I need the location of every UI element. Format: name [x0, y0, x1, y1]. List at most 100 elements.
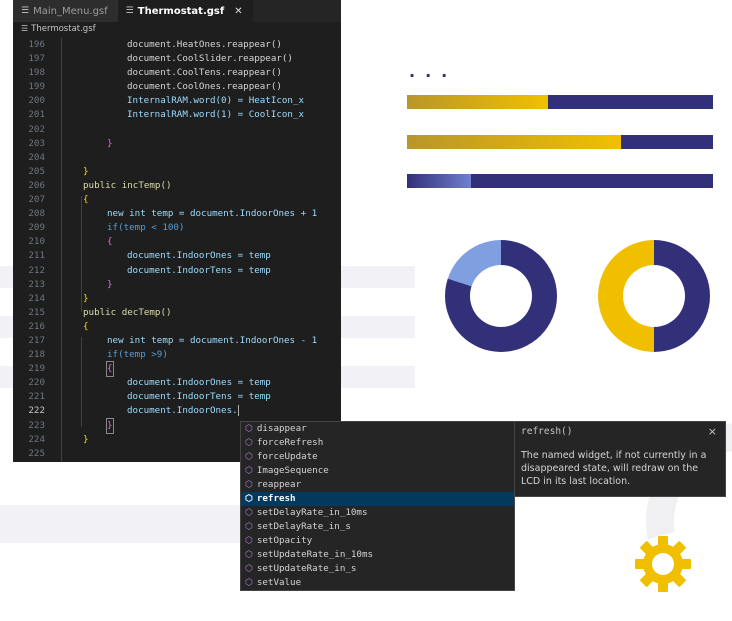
suggestion-item[interactable]: ⬡ setOpacity	[241, 534, 514, 548]
code-line: public incTemp()	[83, 179, 172, 191]
suggestion-item[interactable]: ⬡ forceRefresh	[241, 436, 514, 450]
text-cursor	[237, 405, 239, 417]
line-number: 199	[28, 81, 45, 93]
line-number: 216	[28, 320, 45, 332]
method-icon: ⬡	[245, 550, 253, 560]
line-number: 207	[28, 194, 45, 206]
method-icon: ⬡	[245, 494, 253, 504]
tab-thermostat[interactable]: ☰ Thermostat.gsf ✕	[117, 0, 253, 22]
line-number: 197	[28, 53, 45, 65]
line-number: 198	[28, 67, 45, 79]
tab-main-menu[interactable]: ☰ Main_Menu.gsf	[13, 0, 118, 22]
code-line: }	[107, 278, 113, 290]
suggestion-label: forceUpdate	[256, 451, 318, 462]
code-line: InternalRAM.word(0) = HeatIcon_x	[127, 95, 305, 107]
tab-label: Thermostat.gsf	[137, 5, 225, 17]
progress-fill	[407, 174, 472, 188]
suggestion-item[interactable]: ⬡ setUpdateRate_in_10ms	[241, 548, 514, 562]
donut-chart	[598, 240, 710, 352]
method-icon: ⬡	[245, 536, 253, 546]
suggestion-label: refresh	[256, 493, 296, 504]
suggestion-item[interactable]: ⬡ setDelayRate_in_s	[241, 520, 514, 534]
suggestion-label: setDelayRate_in_10ms	[256, 507, 368, 518]
code-line: document.CoolOnes.reappear()	[127, 81, 282, 93]
code-area[interactable]: 196 document.HeatOnes.reappear() 197 docum…	[13, 38, 341, 461]
code-line-current[interactable]: document.IndoorOnes.	[127, 404, 239, 418]
method-icon: ⬡	[245, 438, 253, 448]
background-band	[0, 505, 240, 543]
suggestion-item[interactable]: ⬡ setUpdateRate_in_s	[241, 562, 514, 576]
code-line: InternalRAM.word(1) = CoolIcon_x	[127, 109, 305, 121]
suggestion-label: setOpacity	[256, 535, 313, 546]
progress-bar	[407, 135, 713, 149]
code-line: public decTemp()	[83, 306, 172, 318]
code-line: {	[83, 194, 89, 206]
current-line-text: document.IndoorOnes.	[127, 405, 238, 417]
code-line: {	[106, 361, 114, 378]
suggestion-label: reappear	[256, 479, 302, 490]
progress-fill	[407, 95, 548, 109]
code-line: }	[83, 292, 89, 304]
line-number: 219	[28, 363, 45, 375]
suggestion-label: setUpdateRate_in_10ms	[256, 549, 374, 560]
line-number: 215	[28, 306, 45, 318]
tab-label: Main_Menu.gsf	[33, 5, 108, 17]
file-icon: ☰	[21, 24, 29, 33]
donut-chart	[445, 240, 557, 352]
method-icon: ⬡	[245, 522, 253, 532]
close-icon[interactable]: ×	[708, 425, 717, 438]
ellipsis-dots: ...	[409, 62, 458, 81]
line-number: 220	[28, 377, 45, 389]
file-icon: ☰	[21, 6, 30, 16]
breadcrumb-file[interactable]: Thermostat.gsf	[31, 24, 95, 34]
code-line: document.IndoorTens = temp	[127, 264, 271, 276]
gear-icon	[635, 536, 691, 592]
suggestion-label: forceRefresh	[256, 437, 324, 448]
code-line: new int temp = document.IndoorOnes + 1	[107, 208, 318, 220]
code-line: document.HeatOnes.reappear()	[127, 39, 282, 50]
line-number: 206	[28, 179, 45, 191]
line-number: 208	[28, 208, 45, 220]
line-number: 201	[28, 109, 45, 121]
code-line: {	[83, 320, 89, 332]
line-number: 214	[28, 292, 45, 304]
suggestion-item[interactable]: ⬡ disappear	[241, 422, 514, 436]
line-number: 196	[28, 39, 45, 50]
suggestion-label: ImageSequence	[256, 465, 329, 476]
code-line: }	[83, 165, 89, 177]
tab-bar: ☰ Main_Menu.gsf ☰ Thermostat.gsf ✕	[13, 0, 341, 22]
code-line: }	[107, 137, 113, 149]
code-line: }	[106, 417, 114, 434]
line-number: 209	[28, 222, 45, 234]
autocomplete-list[interactable]: ⬡ disappear ⬡ forceRefresh ⬡ forceUpdate ⬡ I…	[240, 421, 515, 591]
file-icon: ☰	[125, 6, 134, 16]
suggestion-item[interactable]: ⬡ setValue	[241, 576, 514, 590]
suggestion-item[interactable]: ⬡ ImageSequence	[241, 464, 514, 478]
method-icon: ⬡	[245, 508, 253, 518]
line-number: 212	[28, 264, 45, 276]
line-number: 218	[28, 349, 45, 361]
suggestion-label: setDelayRate_in_s	[256, 521, 351, 532]
code-editor: ☰ Main_Menu.gsf ☰ Thermostat.gsf ✕ ☰ Ther…	[13, 0, 341, 462]
line-number: 223	[28, 419, 45, 431]
line-number: 221	[28, 391, 45, 403]
suggestion-item[interactable]: ⬡ reappear	[241, 478, 514, 492]
code-line: document.CoolSlider.reappear()	[127, 53, 293, 65]
line-number: 210	[28, 236, 45, 248]
suggestion-detail-panel: refresh() × The named widget, if not cur…	[514, 421, 726, 497]
code-line: if(temp < 100)	[107, 222, 185, 234]
line-number: 204	[28, 151, 45, 163]
code-line: {	[107, 236, 113, 248]
detail-signature: refresh()	[521, 426, 573, 437]
line-number: 200	[28, 95, 45, 107]
suggestion-item-selected[interactable]: ⬡ refresh	[241, 492, 514, 506]
suggestion-label: disappear	[256, 423, 307, 434]
method-icon: ⬡	[245, 564, 253, 574]
code-line: new int temp = document.IndoorOnes - 1	[107, 334, 318, 346]
method-icon: ⬡	[245, 452, 253, 462]
suggestion-item[interactable]: ⬡ forceUpdate	[241, 450, 514, 464]
suggestion-item[interactable]: ⬡ setDelayRate_in_10ms	[241, 506, 514, 520]
line-number: 224	[28, 433, 45, 445]
line-number: 202	[28, 123, 45, 135]
close-tab-icon[interactable]: ✕	[234, 6, 242, 17]
